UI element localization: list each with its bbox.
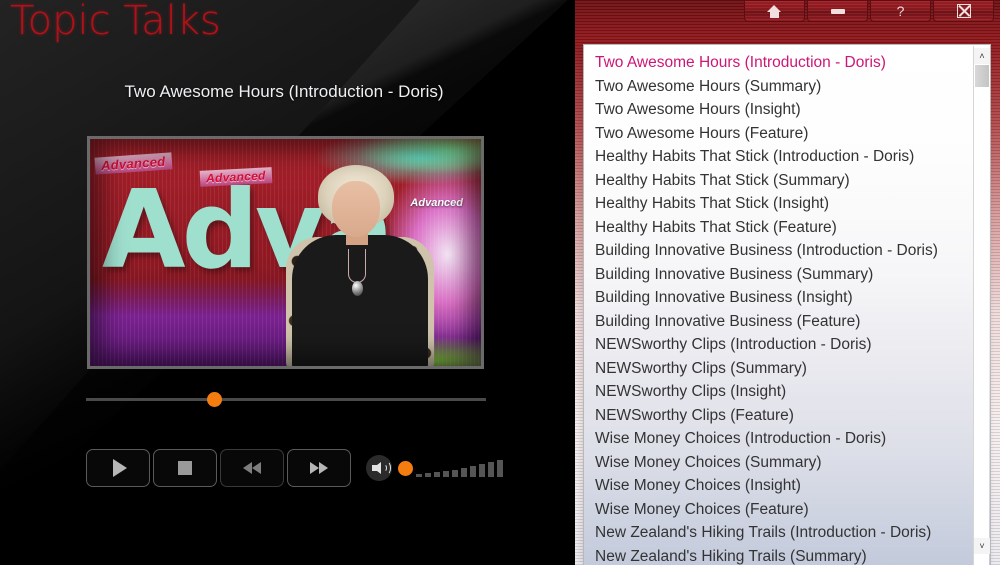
scrollbar-thumb[interactable] [975,65,989,87]
presenter-necklace [348,249,366,283]
home-button[interactable] [744,0,805,22]
progress-track[interactable] [86,398,486,401]
close-button[interactable] [933,0,994,22]
player-panel: Topic Talks Two Awesome Hours (Introduct… [0,0,568,565]
playlist-item[interactable]: NEWSworthy Clips (Summary) [584,357,974,381]
playlist-item[interactable]: NEWSworthy Clips (Insight) [584,380,974,404]
playlist-listbox[interactable]: Two Awesome Hours (Introduction - Doris)… [583,44,991,565]
volume-handle[interactable] [398,461,413,476]
window-titlebar: ? [568,0,1000,24]
volume-step[interactable] [452,470,458,477]
playlist-item[interactable]: New Zealand's Hiking Trails (Introductio… [584,521,974,545]
playlist-items: Two Awesome Hours (Introduction - Doris)… [584,51,974,565]
playlist-item[interactable]: New Zealand's Hiking Trails (Summary) [584,545,974,565]
volume-step[interactable] [497,460,503,477]
minimize-icon [830,8,845,14]
playlist-item[interactable]: NEWSworthy Clips (Feature) [584,404,974,428]
close-box-icon [956,4,971,18]
volume-step[interactable] [416,474,422,477]
scroll-down-arrow-icon[interactable]: ˅ [974,538,990,554]
volume-step[interactable] [479,464,485,477]
speaker-icon[interactable] [366,455,392,481]
volume-slider[interactable] [398,459,506,477]
stop-button[interactable] [153,449,217,487]
playlist-item[interactable]: Two Awesome Hours (Introduction - Doris) [584,51,974,75]
playlist-item[interactable]: Building Innovative Business (Summary) [584,263,974,287]
fast-forward-button[interactable] [287,449,351,487]
video-scene: Advanced Advanced Adva Advanced [90,139,481,366]
scroll-up-arrow-icon[interactable]: ˄ [974,48,990,64]
volume-step[interactable] [470,466,476,477]
rewind-icon [243,462,261,474]
stop-icon [178,461,192,475]
playlist-item[interactable]: Two Awesome Hours (Insight) [584,98,974,122]
volume-step[interactable] [488,462,494,477]
playlist-item[interactable]: Wise Money Choices (Introduction - Doris… [584,427,974,451]
now-playing-title: Two Awesome Hours (Introduction - Doris) [124,82,444,101]
playlist-item[interactable]: Healthy Habits That Stick (Summary) [584,169,974,193]
playlist-item[interactable]: Building Innovative Business (Insight) [584,286,974,310]
question-mark-icon: ? [896,3,905,19]
volume-step[interactable] [434,472,440,477]
playlist-item[interactable]: Healthy Habits That Stick (Introduction … [584,145,974,169]
application-window: Topic Talks Two Awesome Hours (Introduct… [0,0,1000,565]
panel-divider [568,0,575,565]
play-icon [113,459,127,477]
minimize-button[interactable] [807,0,868,22]
volume-step[interactable] [425,473,431,477]
playlist-item[interactable]: Wise Money Choices (Feature) [584,498,974,522]
playlist-item[interactable]: Two Awesome Hours (Feature) [584,122,974,146]
playback-progress-slider[interactable] [86,391,486,409]
page-title: Topic Talks [10,0,221,44]
progress-handle[interactable] [207,392,222,407]
volume-step[interactable] [443,471,449,477]
presenter-figure [286,165,436,366]
fast-forward-icon [310,462,328,474]
playlist-item[interactable]: Two Awesome Hours (Summary) [584,75,974,99]
play-button[interactable] [86,449,150,487]
volume-control [366,455,506,481]
presenter-face [332,181,380,237]
rewind-button[interactable] [220,449,284,487]
help-button[interactable]: ? [870,0,931,22]
video-player[interactable]: Advanced Advanced Adva Advanced [87,136,484,369]
playlist-item[interactable]: Healthy Habits That Stick (Feature) [584,216,974,240]
home-icon [767,4,782,18]
playlist-panel: ? Two Awesome Hours (Introduction - Dori… [568,0,1000,565]
volume-step[interactable] [461,468,467,477]
playlist-item[interactable]: Wise Money Choices (Insight) [584,474,974,498]
presenter-pendant [352,281,363,296]
playlist-item[interactable]: Healthy Habits That Stick (Insight) [584,192,974,216]
playlist-item[interactable]: NEWSworthy Clips (Introduction - Doris) [584,333,974,357]
playlist-scrollbar[interactable]: ˄ ˅ [973,46,990,565]
playlist-item[interactable]: Building Innovative Business (Introducti… [584,239,974,263]
playlist-item[interactable]: Building Innovative Business (Feature) [584,310,974,334]
playback-controls [86,449,354,487]
playlist-item[interactable]: Wise Money Choices (Summary) [584,451,974,475]
